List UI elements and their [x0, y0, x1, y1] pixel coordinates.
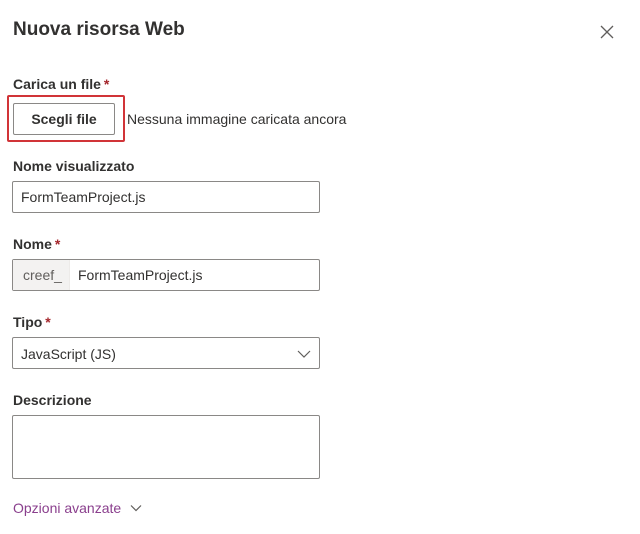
required-indicator: * [45, 314, 51, 330]
description-input[interactable] [13, 416, 319, 478]
name-label: Nome * [13, 236, 60, 252]
panel-title: Nuova risorsa Web [13, 19, 185, 40]
display-name-label: Nome visualizzato [13, 158, 135, 174]
close-icon[interactable] [598, 23, 616, 41]
advanced-options-toggle[interactable]: Opzioni avanzate [13, 500, 142, 516]
file-status-text: Nessuna immagine caricata ancora [127, 111, 347, 127]
display-name-field[interactable] [12, 181, 320, 213]
type-dropdown[interactable]: JavaScript (JS) [12, 337, 320, 369]
display-name-input[interactable] [13, 182, 319, 212]
name-field[interactable]: creef_ [12, 259, 320, 291]
chevron-down-icon [297, 350, 311, 358]
name-label-text: Nome [13, 236, 52, 252]
chevron-down-icon [130, 505, 142, 512]
description-label: Descrizione [13, 392, 92, 408]
description-field[interactable] [12, 415, 320, 479]
upload-label-text: Carica un file [13, 76, 101, 92]
name-prefix: creef_ [13, 260, 70, 290]
upload-label: Carica un file * [13, 76, 109, 92]
type-label-text: Tipo [13, 314, 43, 330]
name-input[interactable] [70, 260, 319, 290]
required-indicator: * [103, 76, 110, 92]
required-indicator: * [54, 236, 61, 252]
type-selected-value: JavaScript (JS) [21, 346, 116, 362]
type-label: Tipo * [13, 314, 51, 330]
advanced-options-label: Opzioni avanzate [13, 500, 122, 516]
choose-file-button[interactable]: Scegli file [13, 103, 115, 135]
